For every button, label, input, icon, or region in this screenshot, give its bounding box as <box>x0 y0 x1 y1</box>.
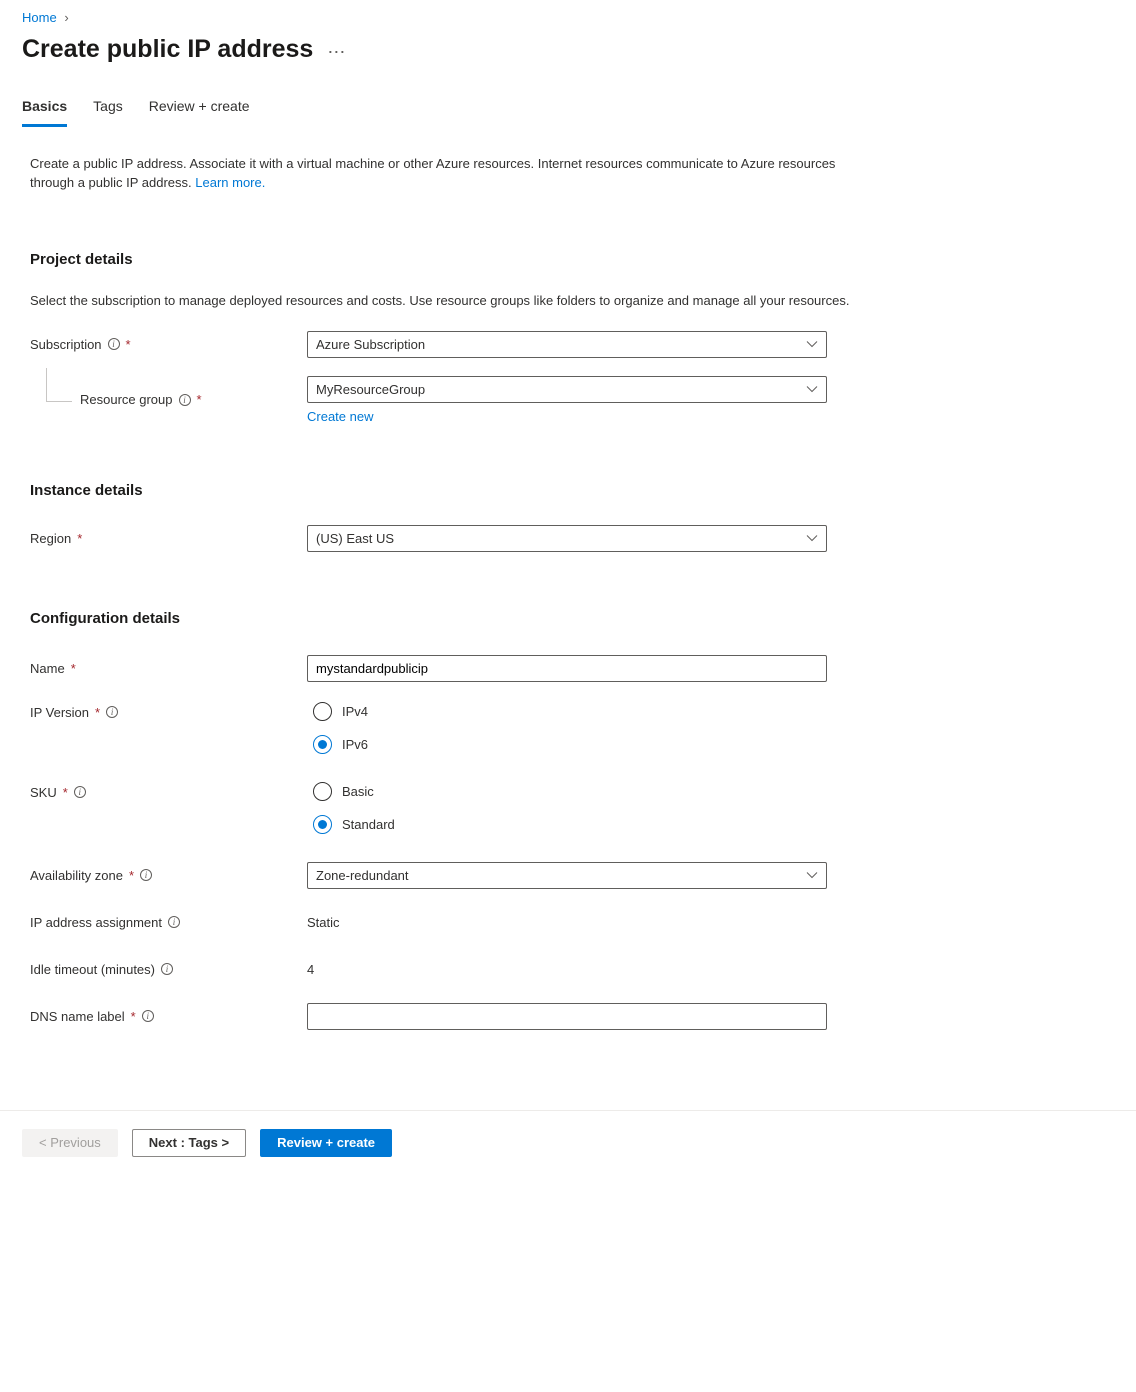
chevron-down-icon <box>806 532 818 544</box>
project-details-desc: Select the subscription to manage deploy… <box>30 292 850 311</box>
info-icon[interactable]: i <box>108 338 120 350</box>
subscription-label: Subscription i * <box>30 337 307 352</box>
footer-bar: < Previous Next : Tags > Review + create <box>0 1110 1136 1175</box>
previous-button: < Previous <box>22 1129 118 1157</box>
info-icon[interactable]: i <box>106 706 118 718</box>
subscription-select[interactable]: Azure Subscription <box>307 331 827 358</box>
chevron-right-icon: › <box>64 10 68 25</box>
required-indicator: * <box>77 531 82 546</box>
learn-more-link[interactable]: Learn more. <box>195 175 265 190</box>
name-input[interactable] <box>307 655 827 682</box>
ip-assignment-label: IP address assignment i <box>30 915 307 930</box>
required-indicator: * <box>63 785 68 800</box>
tab-review-create[interactable]: Review + create <box>149 90 250 127</box>
idle-timeout-value: 4 <box>307 962 314 977</box>
dns-name-label: DNS name label * i <box>30 1009 307 1024</box>
required-indicator: * <box>131 1009 136 1024</box>
intro-body: Create a public IP address. Associate it… <box>30 156 835 190</box>
info-icon[interactable]: i <box>74 786 86 798</box>
required-indicator: * <box>71 661 76 676</box>
radio-icon <box>313 702 332 721</box>
tabs: Basics Tags Review + create <box>22 90 1114 127</box>
radio-ipv6[interactable]: IPv6 <box>313 735 827 754</box>
info-icon[interactable]: i <box>140 869 152 881</box>
resource-group-label: Resource group i * <box>30 392 307 407</box>
radio-basic[interactable]: Basic <box>313 782 827 801</box>
ip-version-label: IP Version * i <box>30 702 307 720</box>
region-select[interactable]: (US) East US <box>307 525 827 552</box>
project-details-heading: Project details <box>30 251 1114 268</box>
tree-connector <box>46 368 72 402</box>
required-indicator: * <box>126 337 131 352</box>
chevron-down-icon <box>806 869 818 881</box>
tab-tags[interactable]: Tags <box>93 90 123 127</box>
info-icon[interactable]: i <box>168 916 180 928</box>
breadcrumb-home[interactable]: Home <box>22 10 57 25</box>
ip-assignment-value: Static <box>307 915 340 930</box>
region-label: Region * <box>30 531 307 546</box>
next-button[interactable]: Next : Tags > <box>132 1129 246 1157</box>
review-create-button[interactable]: Review + create <box>260 1129 392 1157</box>
more-actions-button[interactable]: ⋯ <box>327 39 345 61</box>
chevron-down-icon <box>806 338 818 350</box>
info-icon[interactable]: i <box>161 963 173 975</box>
availability-zone-label: Availability zone * i <box>30 868 307 883</box>
intro-text: Create a public IP address. Associate it… <box>22 155 842 193</box>
info-icon[interactable]: i <box>179 394 191 406</box>
required-indicator: * <box>129 868 134 883</box>
page-title: Create public IP address <box>22 35 313 64</box>
sku-label: SKU * i <box>30 782 307 800</box>
tab-basics[interactable]: Basics <box>22 90 67 127</box>
required-indicator: * <box>197 392 202 407</box>
required-indicator: * <box>95 705 100 720</box>
radio-icon <box>313 815 332 834</box>
breadcrumb: Home › <box>22 0 1114 31</box>
configuration-details-heading: Configuration details <box>30 610 1114 627</box>
resource-group-select[interactable]: MyResourceGroup <box>307 376 827 403</box>
info-icon[interactable]: i <box>142 1010 154 1022</box>
dns-name-input[interactable] <box>307 1003 827 1030</box>
radio-standard[interactable]: Standard <box>313 815 827 834</box>
name-label: Name * <box>30 661 307 676</box>
instance-details-heading: Instance details <box>30 482 1114 499</box>
idle-timeout-label: Idle timeout (minutes) i <box>30 962 307 977</box>
radio-ipv4[interactable]: IPv4 <box>313 702 827 721</box>
availability-zone-select[interactable]: Zone-redundant <box>307 862 827 889</box>
radio-icon <box>313 735 332 754</box>
radio-icon <box>313 782 332 801</box>
chevron-down-icon <box>806 383 818 395</box>
create-new-link[interactable]: Create new <box>307 409 373 424</box>
